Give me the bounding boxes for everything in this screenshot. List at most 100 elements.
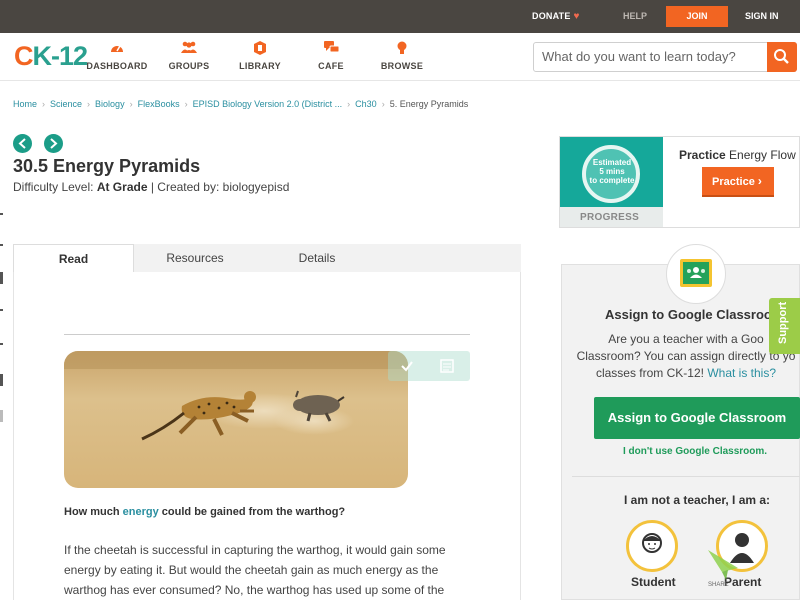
assign-line-1: Are you a teacher with a Goo: [608, 332, 764, 346]
body-paragraph: If the cheetah is successful in capturin…: [64, 543, 446, 597]
heart-icon: ♥: [573, 11, 580, 22]
donate-label: DONATE: [532, 11, 571, 21]
nav-groups[interactable]: GROUPS: [154, 41, 224, 71]
lesson-meta: Difficulty Level: At Grade | Created by:…: [13, 180, 289, 194]
nav-dashboard-label: DASHBOARD: [86, 61, 148, 71]
search-box: [533, 42, 797, 72]
not-teacher-label: I am not a teacher, I am a:: [624, 493, 771, 507]
check-icon[interactable]: [400, 359, 414, 373]
practice-button-label: Practice: [712, 176, 755, 188]
nav-cafe-label: CAFE: [318, 61, 344, 71]
search-icon: [774, 49, 789, 64]
crumb-sep: ›: [42, 99, 46, 109]
support-label: Support: [777, 301, 789, 344]
nav-browse[interactable]: BROWSE: [367, 41, 437, 71]
estimate-label: Estimated: [592, 158, 632, 167]
student-role-button[interactable]: [626, 520, 678, 572]
nav-dashboard[interactable]: DASHBOARD: [82, 41, 152, 71]
main-nav: CK-12 DASHBOARD GROUPS LIBRARY CAFE BROW…: [0, 33, 800, 81]
practice-title-bold: Practice: [679, 148, 726, 162]
crumb-home[interactable]: Home: [13, 99, 37, 109]
student-label: Student: [631, 575, 676, 589]
progress-label: PROGRESS: [580, 212, 640, 223]
estimate-text: Estimated 5 mins to complete: [584, 158, 640, 185]
cheetah-warthog-photo: [64, 351, 408, 488]
nav-groups-label: GROUPS: [168, 61, 210, 71]
page: DONATE ♥ HELP JOIN SIGN IN CK-12 DASHBOAR…: [0, 0, 800, 600]
nav-browse-label: BROWSE: [380, 61, 424, 71]
student-icon: [642, 533, 662, 553]
content-tabs: Read Resources Details: [13, 244, 521, 273]
question-text: could be gained from the warthog?: [158, 506, 346, 518]
divider: [572, 476, 800, 477]
ck12-logo[interactable]: CK-12: [14, 41, 88, 72]
edge-mark: [0, 410, 3, 422]
practice-title: Practice Energy Flow: [679, 148, 796, 162]
crumb-flexbooks[interactable]: FlexBooks: [138, 99, 180, 109]
inquiry-question: How much energy could be gained from the…: [64, 506, 345, 518]
support-tab[interactable]: Support: [769, 298, 800, 354]
crumb-chapter[interactable]: Ch30: [355, 99, 377, 109]
library-icon: [225, 41, 295, 57]
edge-mark: [0, 374, 3, 386]
what-is-this-link[interactable]: What is this?: [707, 366, 776, 380]
crumb-science[interactable]: Science: [50, 99, 82, 109]
edge-mark: [0, 244, 3, 246]
search-button[interactable]: [767, 42, 797, 72]
crumb-book[interactable]: EPISD Biology Version 2.0 (District ...: [193, 99, 343, 109]
estimate-suffix: to complete: [589, 176, 635, 185]
assign-google-classroom-button[interactable]: Assign to Google Classroom: [594, 397, 800, 439]
tab-read[interactable]: Read: [13, 244, 134, 273]
nav-cafe[interactable]: CAFE: [296, 41, 366, 71]
divider: [64, 334, 470, 335]
search-input[interactable]: [542, 49, 762, 64]
top-bar: DONATE ♥ HELP JOIN SIGN IN: [0, 0, 800, 33]
crumb-current: 5. Energy Pyramids: [389, 99, 469, 109]
assign-description: Are you a teacher with a Goo Classroom? …: [572, 331, 800, 382]
created-by: | Created by: biologyepisd: [147, 180, 290, 194]
chevron-left-icon: [18, 138, 26, 149]
crumb-sep: ›: [381, 99, 385, 109]
next-lesson-button[interactable]: [44, 134, 63, 153]
crumb-sep: ›: [129, 99, 133, 109]
vocab-link-energy[interactable]: energy: [123, 506, 159, 518]
sign-in-link[interactable]: SIGN IN: [745, 11, 779, 21]
share-icon[interactable]: [706, 548, 740, 582]
assign-line-2: Classroom? You can assign directly to yo: [576, 349, 796, 363]
crumb-sep: ›: [347, 99, 351, 109]
no-google-classroom-link[interactable]: I don't use Google Classroom.: [623, 446, 767, 457]
question-text: How much: [64, 506, 123, 518]
page-title: 30.5 Energy Pyramids: [13, 156, 201, 176]
crumb-sep: ›: [184, 99, 188, 109]
logo-k: K: [32, 41, 52, 71]
tab-details[interactable]: Details: [256, 244, 378, 272]
difficulty-prefix: Difficulty Level:: [13, 180, 97, 194]
edge-mark: [0, 309, 3, 311]
breadcrumb: Home › Science › Biology › FlexBooks › EPISD Bio…: [13, 99, 468, 109]
crumb-sep: ›: [87, 99, 91, 109]
nav-library[interactable]: LIBRARY: [225, 41, 295, 71]
image-toolbar: [388, 351, 470, 381]
help-link[interactable]: HELP: [623, 11, 647, 21]
group-icon: [154, 41, 224, 57]
practice-card: Estimated 5 mins to complete PROGRESS Prac…: [559, 136, 800, 228]
previous-lesson-button[interactable]: [13, 134, 32, 153]
donate-link[interactable]: DONATE ♥: [532, 11, 580, 22]
chevron-right-icon: [50, 138, 58, 149]
assign-title: Assign to Google Classroo: [605, 307, 772, 322]
logo-c: C: [14, 41, 33, 71]
crumb-biology[interactable]: Biology: [95, 99, 125, 109]
practice-thumbnail[interactable]: Estimated 5 mins to complete PROGRESS: [560, 137, 663, 227]
difficulty-level: At Grade: [96, 180, 148, 194]
bulb-icon: [367, 41, 437, 57]
practice-button[interactable]: Practice ›: [702, 167, 774, 197]
edge-mark: [0, 213, 3, 215]
tab-resources[interactable]: Resources: [134, 244, 256, 272]
edge-mark: [0, 343, 3, 345]
notes-icon[interactable]: [440, 359, 454, 373]
nav-library-label: LIBRARY: [239, 61, 281, 71]
google-classroom-icon: [680, 259, 712, 287]
join-button[interactable]: JOIN: [666, 6, 728, 27]
chevron-right-icon: ›: [757, 174, 762, 188]
share-label: SHARE: [708, 582, 729, 588]
